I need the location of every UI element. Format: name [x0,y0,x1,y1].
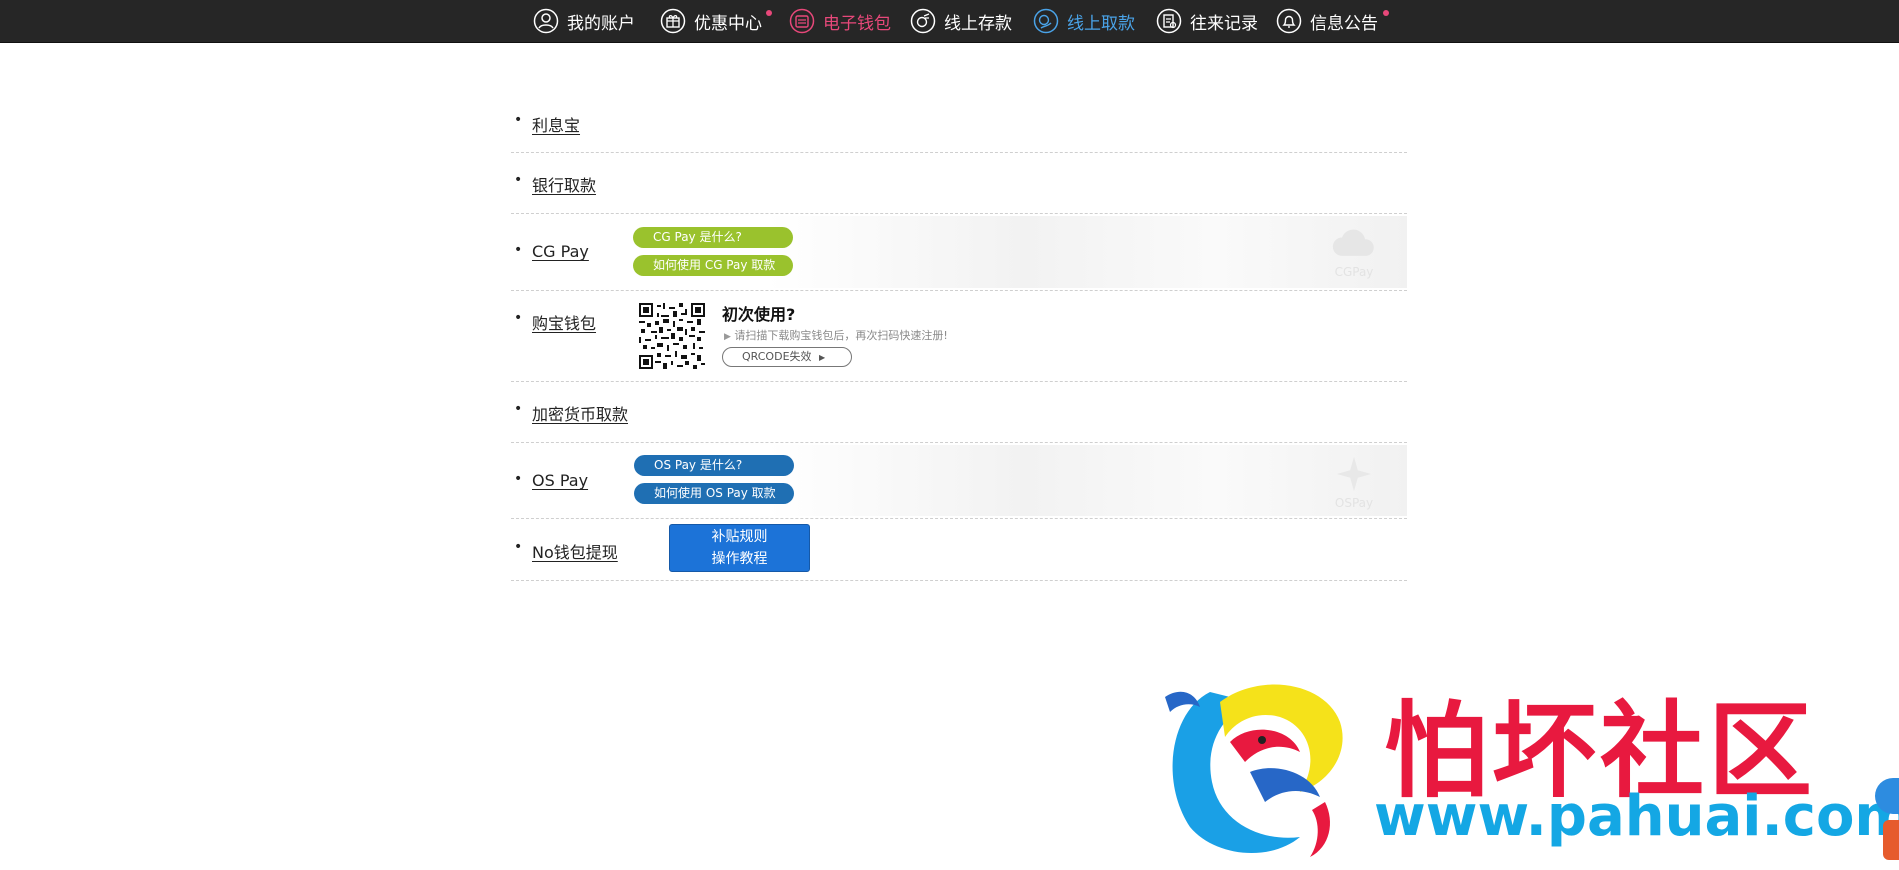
cgpay-logo-text: CGPay [1334,265,1374,279]
bullet: • [514,401,523,417]
top-nav: 我的账户 优惠中心 电子钱包 线上存款 线上取款 往来记录 信息公告 [0,0,1899,43]
nav-promotions[interactable]: 优惠中心 [660,0,772,42]
ospay-logo: OSPay [1319,455,1389,510]
wallet-icon [789,8,815,34]
nav-label: 信息公告 [1310,13,1378,34]
method-row-crypto: • 加密货币取款 [511,382,1407,443]
deposit-icon [910,8,936,34]
nav-announcements[interactable]: 信息公告 [1276,0,1389,42]
bullet: • [514,172,523,188]
method-link-cgpay[interactable]: CG Pay [532,242,589,261]
method-row-bank: • 银行取款 [511,153,1407,214]
nav-label: 优惠中心 [694,13,762,34]
nav-e-wallet[interactable]: 电子钱包 [789,0,891,42]
records-icon [1156,8,1182,34]
caret-right-icon: ▶ [819,353,826,362]
method-row-goubao: • 购宝钱包 初次使用? ▶ 请扫描下载购宝钱包后，再次扫码快速注册! QRCO… [511,291,1407,382]
first-use-hint-text: 请扫描下载购宝钱包后，再次扫码快速注册! [734,329,948,342]
qrcode-expired-button[interactable]: QRCODE失效 ▶ [722,347,852,367]
method-link-ospay[interactable]: OS Pay [532,471,588,490]
method-row-ospay: OSPay • OS Pay OS Pay 是什么? 如何使用 OS Pay 取… [511,443,1407,519]
nav-label: 线上存款 [944,13,1012,34]
method-link-lixibao[interactable]: 利息宝 [532,112,580,136]
ospay-banner: OSPay [767,445,1407,516]
caret-right-icon: ▶ [724,332,731,342]
cloud-icon [1332,229,1374,256]
method-link-nowallet[interactable]: No钱包提现 [532,539,618,563]
bullet: • [514,539,523,555]
cgpay-what-button[interactable]: CG Pay 是什么? [633,227,793,248]
method-link-bank[interactable]: 银行取款 [532,172,596,196]
new-badge-dot [766,10,772,16]
nav-my-account[interactable]: 我的账户 [533,0,635,42]
bullet: • [514,310,523,326]
bell-icon [1276,8,1302,34]
nav-label: 线上取款 [1067,13,1135,34]
cgpay-logo: CGPay [1319,224,1389,279]
nav-online-withdraw[interactable]: 线上取款 [1033,0,1135,42]
method-row-cgpay: CGPay • CG Pay CG Pay 是什么? 如何使用 CG Pay 取… [511,214,1407,291]
subsidy-rules-tutorial-button[interactable]: 补贴规则 操作教程 [669,524,810,572]
star-icon [1336,456,1372,492]
nav-online-deposit[interactable]: 线上存款 [910,0,1012,42]
gift-icon [660,8,686,34]
method-row-lixibao: • 利息宝 [511,100,1407,153]
ospay-howto-button[interactable]: 如何使用 OS Pay 取款 [634,483,794,504]
method-link-goubao[interactable]: 购宝钱包 [532,310,596,334]
nav-label: 电子钱包 [823,13,891,34]
new-badge-dot [1383,10,1389,16]
watermark-url: www.pahuai.com [1374,784,1899,849]
cgpay-banner: CGPay [767,216,1407,288]
method-link-crypto[interactable]: 加密货币取款 [532,401,628,425]
bullet: • [514,112,523,128]
method-row-nowallet: • No钱包提现 补贴规则 操作教程 [511,519,1407,581]
first-use-hint: ▶ 请扫描下载购宝钱包后，再次扫码快速注册! [724,327,948,343]
nav-label: 我的账户 [567,13,635,34]
bullet: • [514,242,523,258]
cgpay-howto-button[interactable]: 如何使用 CG Pay 取款 [633,255,793,276]
ospay-what-button[interactable]: OS Pay 是什么? [634,455,794,476]
fish-logo-icon [1165,684,1343,857]
first-use-title: 初次使用? [722,305,796,324]
nav-transaction-records[interactable]: 往来记录 [1156,0,1258,42]
tutorial-label: 操作教程 [711,551,768,567]
watermark: 怕坏社区 www.pahuai.com [1150,660,1899,870]
user-icon [533,8,559,34]
withdraw-icon [1033,8,1059,34]
subsidy-rules-label: 补贴规则 [711,529,768,545]
bullet: • [514,471,523,487]
qr-code-image [639,303,705,369]
ospay-logo-text: OSPay [1334,496,1374,510]
nav-label: 往来记录 [1190,13,1258,34]
side-gift-widget[interactable] [1883,820,1899,860]
qrcode-expired-label: QRCODE失效 [742,350,812,363]
